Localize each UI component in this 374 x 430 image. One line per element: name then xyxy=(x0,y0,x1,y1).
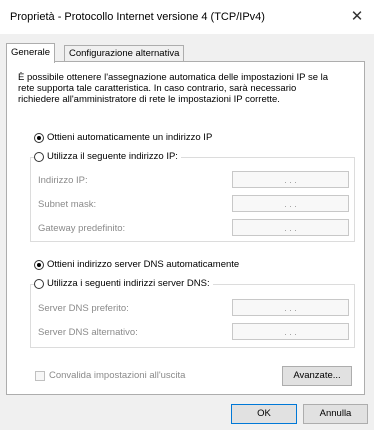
close-icon[interactable]: ✕ xyxy=(346,6,368,28)
dns-manual-radio[interactable] xyxy=(34,278,44,289)
dns-preferred-label: Server DNS preferito: xyxy=(38,303,129,314)
info-line: È possibile ottenere l'assegnazione auto… xyxy=(18,72,329,83)
ip-auto-option[interactable]: Ottieni automaticamente un indirizzo IP xyxy=(34,132,212,143)
ip-manual-radio[interactable] xyxy=(34,151,44,162)
gateway-input[interactable]: . . . xyxy=(232,219,349,236)
ip-auto-label: Ottieni automaticamente un indirizzo IP xyxy=(47,132,213,143)
window-title: Proprietà - Protocollo Internet versione… xyxy=(10,11,265,23)
tab-configurazione-alternativa[interactable]: Configurazione alternativa xyxy=(64,45,185,62)
dns-auto-radio[interactable] xyxy=(34,259,44,270)
info-text: È possibile ottenere l'assegnazione auto… xyxy=(18,72,358,105)
tab-generale[interactable]: Generale xyxy=(6,43,56,63)
dns-preferred-input[interactable]: . . . xyxy=(232,299,349,316)
dns-manual-option[interactable]: Utilizza i seguenti indirizzi server DNS… xyxy=(34,278,213,289)
title-bar: Proprietà - Protocollo Internet versione… xyxy=(0,0,374,34)
subnet-mask-label: Subnet mask: xyxy=(38,199,97,210)
validate-label: Convalida impostazioni all'uscita xyxy=(49,370,186,381)
dns-alternate-input[interactable]: . . . xyxy=(232,323,349,340)
ip-address-input[interactable]: . . . xyxy=(232,171,349,188)
cancel-button[interactable]: Annulla xyxy=(303,404,368,424)
dns-auto-option[interactable]: Ottieni indirizzo server DNS automaticam… xyxy=(34,259,239,270)
ip-manual-option[interactable]: Utilizza il seguente indirizzo IP: xyxy=(34,151,181,162)
validate-option[interactable]: Convalida impostazioni all'uscita xyxy=(35,370,185,381)
ok-button[interactable]: OK xyxy=(231,404,297,424)
gateway-label: Gateway predefinito: xyxy=(38,223,126,234)
dns-manual-label: Utilizza i seguenti indirizzi server DNS… xyxy=(47,278,210,289)
ip-address-label: Indirizzo IP: xyxy=(38,175,88,186)
validate-checkbox[interactable] xyxy=(35,370,45,381)
info-line: rete supporta tale caratteristica. In ca… xyxy=(18,83,297,94)
dns-auto-label: Ottieni indirizzo server DNS automaticam… xyxy=(47,259,240,270)
dns-alternate-label: Server DNS alternativo: xyxy=(38,327,138,338)
ip-manual-label: Utilizza il seguente indirizzo IP: xyxy=(47,151,178,162)
subnet-mask-input[interactable]: . . . xyxy=(232,195,349,212)
advanced-button[interactable]: Avanzate... xyxy=(282,366,352,386)
ip-auto-radio[interactable] xyxy=(34,132,44,143)
info-line: richiedere all'amministratore di rete le… xyxy=(18,94,280,105)
